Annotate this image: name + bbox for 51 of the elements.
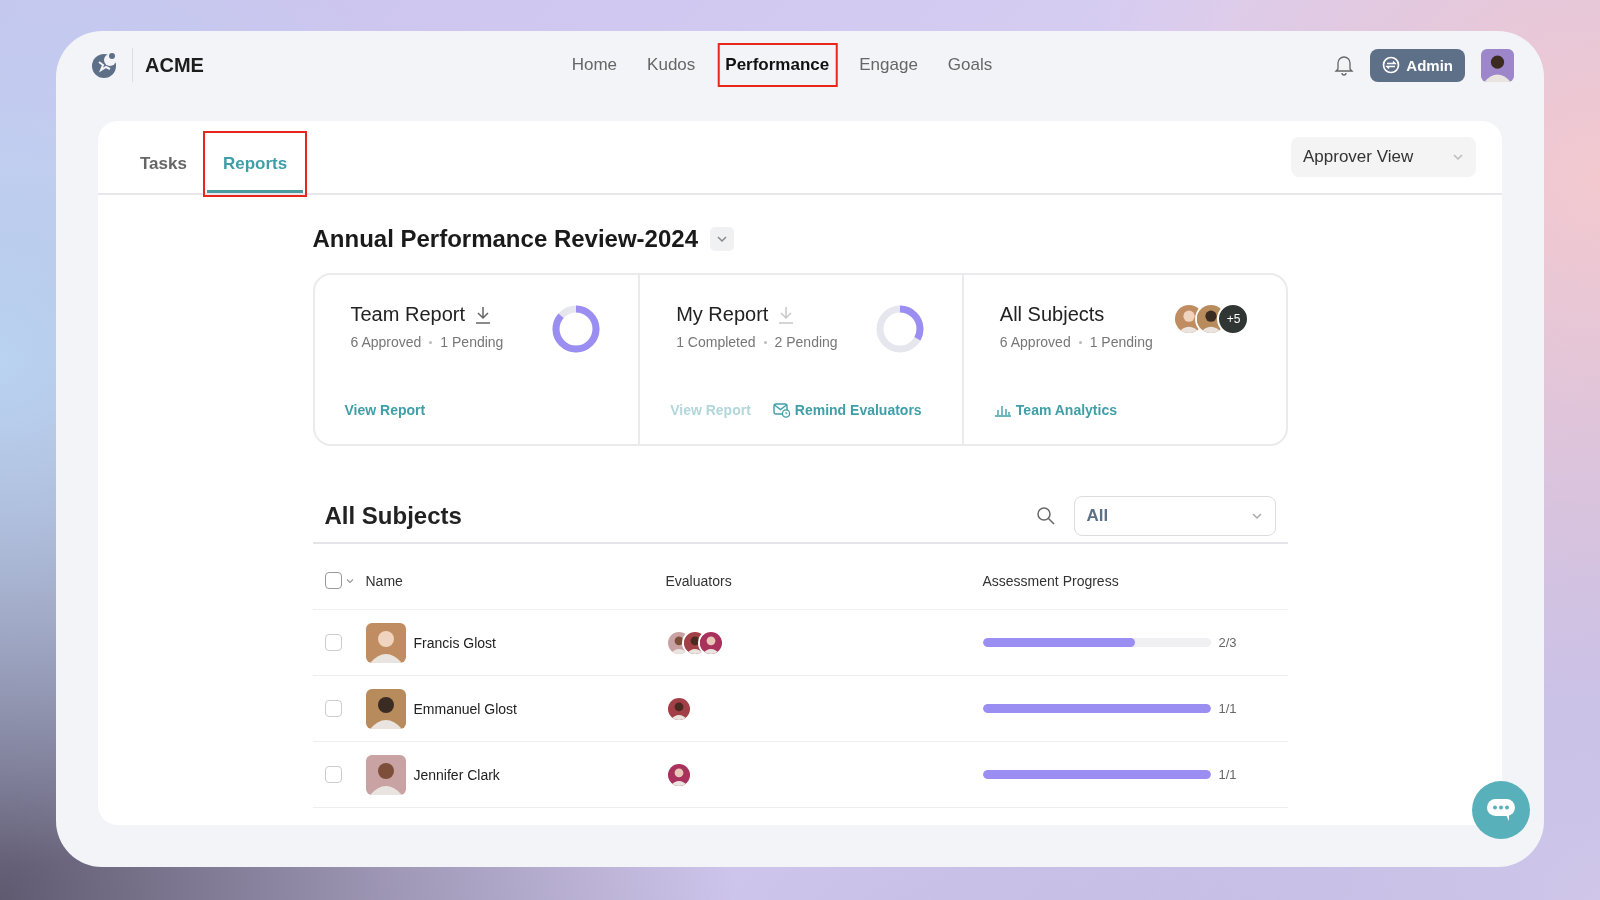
chevron-down-icon [716, 235, 728, 243]
download-icon[interactable] [475, 305, 491, 324]
card-link[interactable]: View Report [344, 402, 426, 418]
chevron-down-icon [1250, 512, 1263, 520]
progress-count: 1/1 [1218, 701, 1237, 716]
swap-icon [1382, 56, 1401, 74]
search-icon[interactable] [1035, 506, 1056, 526]
caret-icon[interactable] [345, 577, 354, 584]
chevron-down-icon [1452, 153, 1464, 161]
row-checkbox[interactable] [324, 766, 342, 783]
subject-name: Emmanuel Glost [413, 700, 517, 717]
card-title: My Report [676, 303, 769, 326]
nav-link[interactable]: Performance [719, 45, 836, 85]
stat-text: 6 Approved [999, 334, 1071, 350]
filter-select[interactable]: All [1073, 496, 1276, 536]
stat-text: 2 Pending [774, 334, 838, 350]
bar-chart-icon [993, 403, 1012, 417]
stat-text: 1 Completed [676, 334, 756, 350]
stat-text: 6 Approved [350, 334, 422, 350]
card-link[interactable]: Team Analytics [993, 402, 1117, 418]
card-link[interactable]: Remind Evaluators [772, 402, 922, 418]
card-title: Team Report [350, 303, 465, 326]
stat-text: 1 Pending [440, 334, 504, 350]
envelope-clock-icon [772, 402, 791, 418]
more-count: +5 [1217, 303, 1250, 335]
column-header: Name [365, 572, 404, 589]
row-checkbox[interactable] [324, 700, 342, 717]
nav-link[interactable]: Engage [853, 45, 924, 85]
column-header: Evaluators [665, 572, 733, 589]
nav-link[interactable]: Home [565, 45, 624, 85]
nav-link[interactable]: Kudos [641, 45, 702, 85]
subject-name: Jennifer Clark [413, 766, 500, 783]
progress-count: 1/1 [1218, 767, 1237, 782]
subject-name: Francis Glost [413, 634, 496, 651]
card-title: All Subjects [999, 303, 1105, 326]
chat-button[interactable] [1472, 781, 1530, 839]
brand-name: ACME [145, 53, 204, 77]
review-dropdown-button[interactable] [710, 227, 734, 251]
column-header: Assessment Progress [982, 572, 1120, 589]
review-title: Annual Performance Review-2024 [312, 225, 698, 253]
nav-link[interactable]: Goals [941, 45, 999, 85]
stat-text: 1 Pending [1089, 334, 1153, 350]
progress-count: 2/3 [1218, 635, 1237, 650]
admin-button[interactable]: Admin [1370, 48, 1465, 82]
bell-icon[interactable] [1334, 54, 1355, 76]
view-select[interactable]: Approver View [1291, 137, 1476, 177]
row-checkbox[interactable] [324, 634, 342, 651]
section-title: All Subjects [324, 502, 462, 530]
select-all-checkbox[interactable] [324, 572, 342, 589]
chat-icon [1486, 797, 1516, 823]
tab[interactable]: Tasks [124, 135, 203, 193]
